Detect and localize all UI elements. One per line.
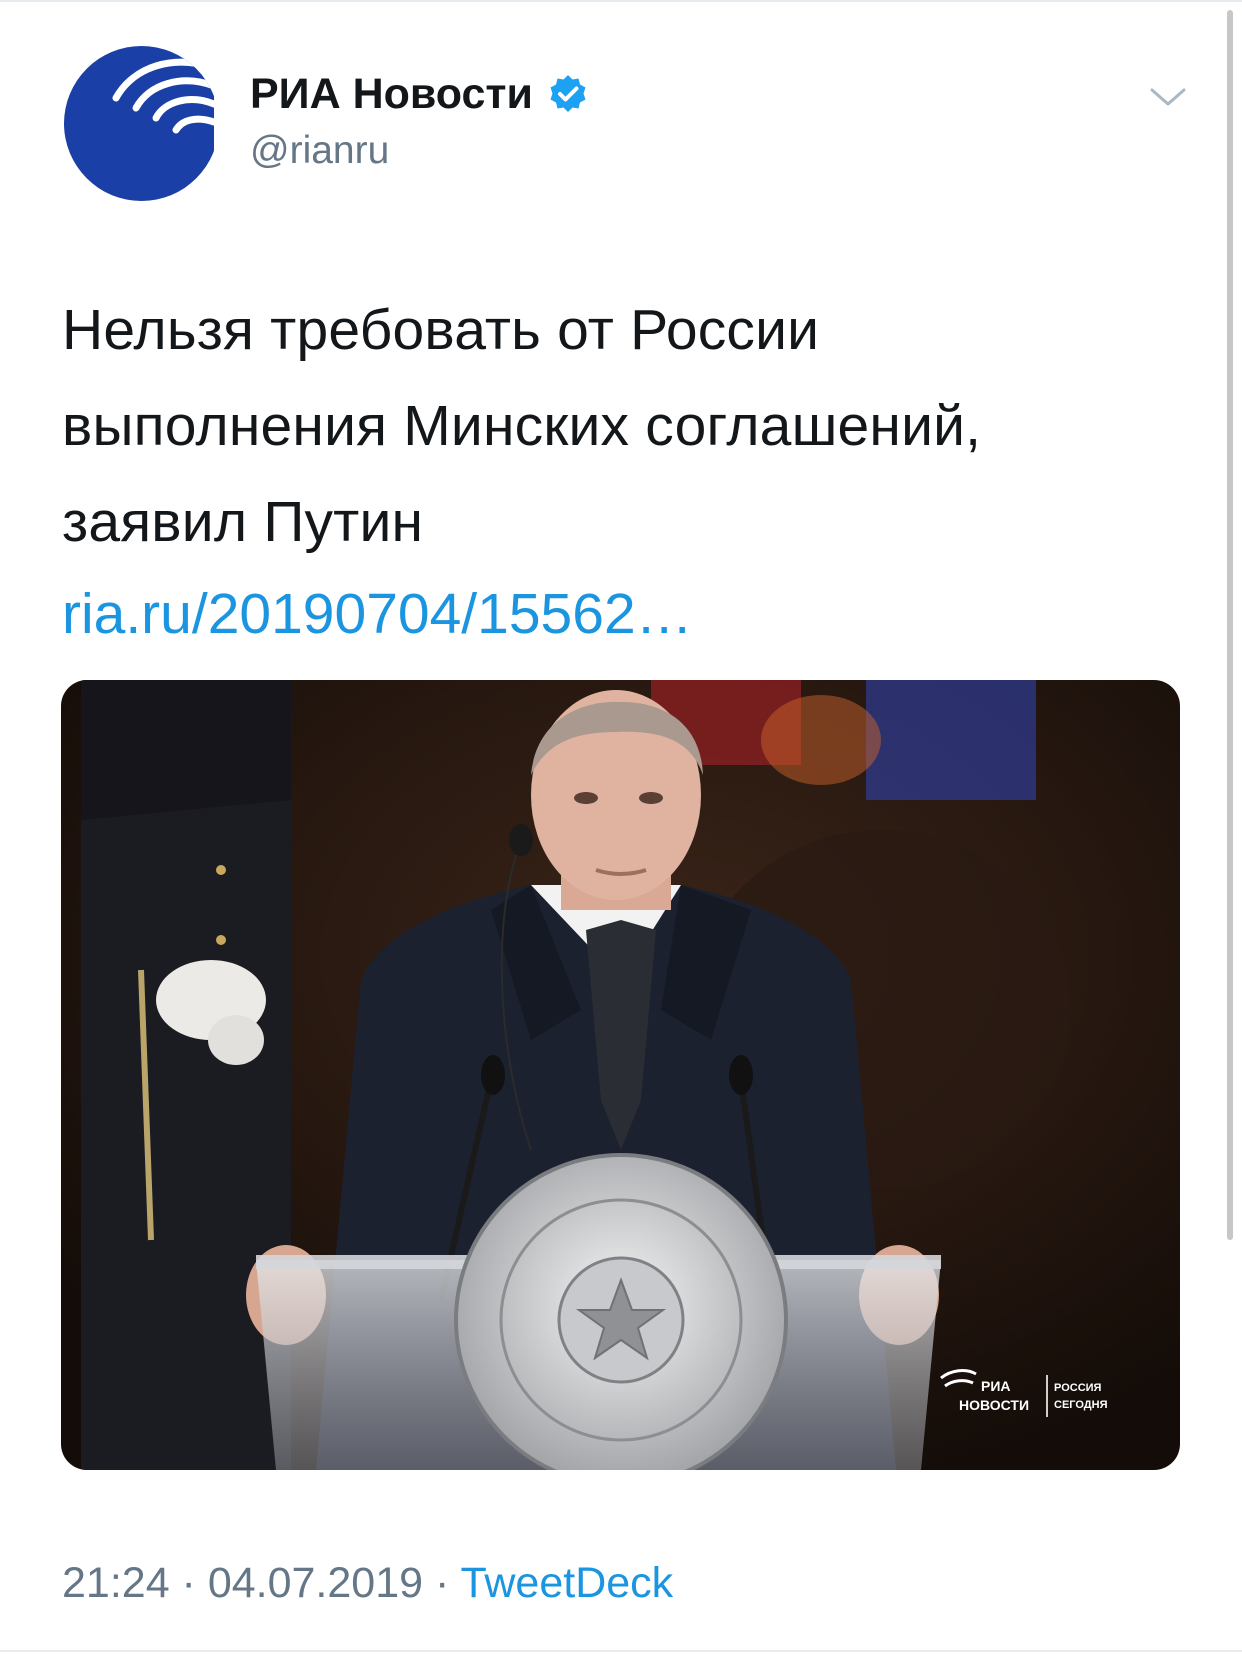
tweet-text-line: Нельзя требовать от России (62, 298, 820, 362)
tweet-source-link[interactable]: TweetDeck (460, 1559, 673, 1607)
display-name-text: РИА Новости (250, 70, 533, 118)
tweet-text-line: выполнения Минских соглашений, (62, 394, 982, 458)
tweet-meta: 21:24 · 04.07.2019 · TweetDeck (62, 1555, 673, 1611)
bottom-divider (0, 1650, 1242, 1652)
verified-badge-icon (547, 73, 589, 115)
ria-novosti-logo-icon (64, 46, 219, 201)
meta-separator: · (423, 1559, 461, 1607)
watermark-line3: РОССИЯ (1054, 1382, 1102, 1394)
tweet-time[interactable]: 21:24 (62, 1559, 170, 1607)
watermark-line2: НОВОСТИ (959, 1397, 1029, 1413)
scrollbar[interactable] (1227, 10, 1233, 1240)
meta-separator: · (169, 1559, 208, 1607)
watermark-line4: СЕГОДНЯ (1054, 1399, 1108, 1411)
account-handle[interactable]: @rianru (250, 126, 389, 176)
display-name[interactable]: РИА Новости (250, 66, 589, 122)
tweet-text-line: заявил Путин (62, 490, 424, 554)
avatar[interactable] (64, 46, 219, 201)
top-divider (0, 0, 1242, 2)
photo-image: РИА НОВОСТИ РОССИЯ СЕГОДНЯ (61, 680, 1180, 1470)
tweet-text: Нельзя требовать от России выполнения Ми… (62, 282, 1182, 570)
tweet-date[interactable]: 04.07.2019 (208, 1559, 423, 1607)
tweet-photo[interactable]: РИА НОВОСТИ РОССИЯ СЕГОДНЯ (61, 680, 1180, 1470)
tweet-link[interactable]: ria.ru/20190704/15562… (62, 574, 693, 654)
chevron-down-icon[interactable] (1148, 82, 1188, 112)
watermark-line1: РИА (981, 1378, 1011, 1394)
